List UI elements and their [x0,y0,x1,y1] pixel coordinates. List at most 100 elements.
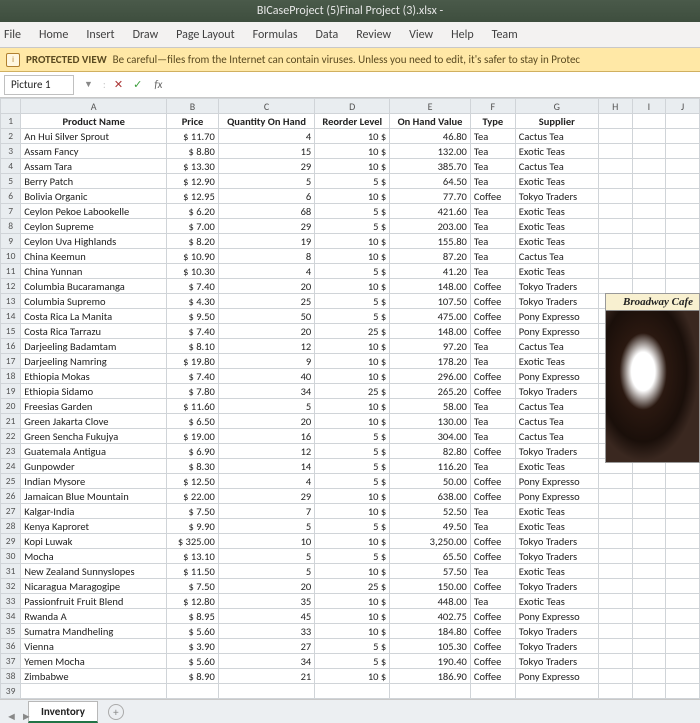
cell-price[interactable]: $ 7.50 [167,504,219,519]
cell-supplier[interactable]: Exotic Teas [515,459,598,474]
table-row[interactable]: 13Columbia Supremo$ 4.30255 $107.50Coffe… [1,294,700,309]
cell-type[interactable]: Tea [470,159,515,174]
tab-data[interactable]: Data [316,28,339,42]
cell-qoh[interactable]: 34 [218,654,314,669]
cell[interactable] [598,564,632,579]
cell-value[interactable]: 186.90 [390,669,471,684]
cell[interactable] [598,234,632,249]
cell-type[interactable]: Coffee [470,474,515,489]
formula-input[interactable] [172,75,696,95]
cell-value[interactable]: 58.00 [390,399,471,414]
row-number[interactable]: 14 [1,309,21,324]
cell-reorder[interactable]: 5 $ [315,309,390,324]
cell-reorder[interactable]: 5 $ [315,294,390,309]
cell-reorder[interactable]: 10 $ [315,414,390,429]
cell-reorder[interactable]: 25 $ [315,384,390,399]
cell-product-name[interactable]: Passionfruit Fruit Blend [21,594,167,609]
cell-type[interactable]: Tea [470,354,515,369]
col-J[interactable]: J [666,99,700,114]
cell-reorder[interactable]: 5 $ [315,219,390,234]
cell[interactable] [666,609,700,624]
cell-reorder[interactable]: 10 $ [315,279,390,294]
cell-product-name[interactable]: Guatemala Antigua [21,444,167,459]
cancel-icon[interactable]: ✕ [112,78,125,91]
hdr-type[interactable]: Type [470,114,515,129]
cell-value[interactable]: 52.50 [390,504,471,519]
cell-price[interactable]: $ 4.30 [167,294,219,309]
cell-value[interactable]: 296.00 [390,369,471,384]
cell-price[interactable]: $ 12.80 [167,594,219,609]
cell-product-name[interactable]: Assam Fancy [21,144,167,159]
cell-product-name[interactable]: Mocha [21,549,167,564]
cell[interactable] [632,129,666,144]
cell-price[interactable]: $ 22.00 [167,489,219,504]
cell-value[interactable]: 105.30 [390,639,471,654]
table-row[interactable]: 8Ceylon Supreme$ 7.00295 $203.00TeaExoti… [1,219,700,234]
cell[interactable] [666,639,700,654]
cell-supplier[interactable]: Exotic Teas [515,174,598,189]
add-sheet-button[interactable]: + [108,704,124,720]
cell-type[interactable]: Tea [470,504,515,519]
cell-reorder[interactable]: 10 $ [315,594,390,609]
cell-supplier[interactable]: Tokyo Traders [515,444,598,459]
cell[interactable] [632,504,666,519]
row-number[interactable]: 17 [1,354,21,369]
hdr-price[interactable]: Price [167,114,219,129]
cell-product-name[interactable]: Darjeeling Badamtam [21,339,167,354]
cell[interactable] [598,249,632,264]
cell-type[interactable]: Coffee [470,189,515,204]
cell[interactable] [632,249,666,264]
cell-qoh[interactable]: 5 [218,399,314,414]
cell-value[interactable]: 49.50 [390,519,471,534]
table-row[interactable]: 25Indian Mysore$ 12.5045 $50.00CoffeePon… [1,474,700,489]
cell-qoh[interactable]: 12 [218,444,314,459]
name-box-dropdown-icon[interactable]: ▼ [80,79,97,90]
cell-value[interactable]: 203.00 [390,219,471,234]
cell[interactable] [666,564,700,579]
cell-type[interactable] [470,684,515,699]
cell-supplier[interactable]: Exotic Teas [515,264,598,279]
cell[interactable] [666,204,700,219]
cell-price[interactable]: $ 8.10 [167,339,219,354]
row-number[interactable]: 15 [1,324,21,339]
cell-reorder[interactable]: 5 $ [315,204,390,219]
cell-supplier[interactable]: Cactus Tea [515,429,598,444]
cell[interactable] [666,114,700,129]
cell-reorder[interactable]: 5 $ [315,174,390,189]
cell-qoh[interactable]: 34 [218,384,314,399]
row-number[interactable]: 16 [1,339,21,354]
cell[interactable] [598,189,632,204]
cell-product-name[interactable]: Vienna [21,639,167,654]
table-row[interactable]: 20Freesias Garden$ 11.60510 $58.00TeaCac… [1,399,700,414]
cell-qoh[interactable]: 5 [218,564,314,579]
cell-value[interactable]: 130.00 [390,414,471,429]
cell-qoh[interactable]: 8 [218,249,314,264]
cell-product-name[interactable]: An Hui Silver Sprout [21,129,167,144]
cell-product-name[interactable]: Rwanda A [21,609,167,624]
hdr-qoh[interactable]: Quantity On Hand [218,114,314,129]
cell-price[interactable]: $ 6.20 [167,204,219,219]
cell-qoh[interactable]: 50 [218,309,314,324]
cell-reorder[interactable]: 10 $ [315,234,390,249]
cell-price[interactable]: $ 12.90 [167,174,219,189]
cell-qoh[interactable]: 9 [218,354,314,369]
cell-supplier[interactable]: Cactus Tea [515,414,598,429]
cell-supplier[interactable]: Tokyo Traders [515,639,598,654]
cell[interactable] [598,114,632,129]
cell-type[interactable]: Tea [470,594,515,609]
cell[interactable] [666,504,700,519]
cell-value[interactable]: 50.00 [390,474,471,489]
hdr-reorder[interactable]: Reorder Level [315,114,390,129]
cell-value[interactable]: 148.00 [390,279,471,294]
cell[interactable] [598,549,632,564]
cell[interactable] [598,174,632,189]
cell-price[interactable]: $ 8.20 [167,234,219,249]
name-box[interactable]: Picture 1 [4,75,74,95]
table-row[interactable]: 2An Hui Silver Sprout$ 11.70410 $46.80Te… [1,129,700,144]
cell-supplier[interactable]: Exotic Teas [515,234,598,249]
cell[interactable] [666,669,700,684]
cell-reorder[interactable]: 10 $ [315,159,390,174]
cell[interactable] [666,489,700,504]
row-number[interactable]: 32 [1,579,21,594]
cell-reorder[interactable]: 10 $ [315,369,390,384]
